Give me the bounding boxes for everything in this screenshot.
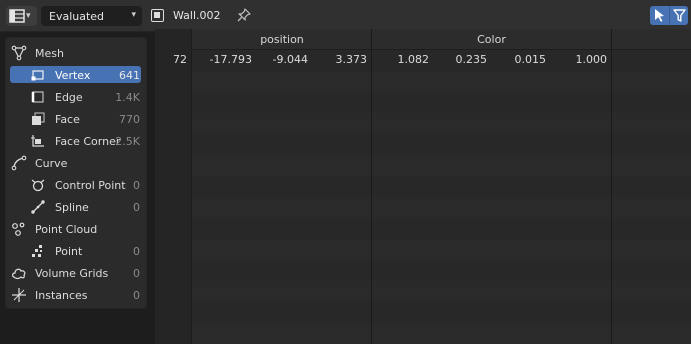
- column-header-color[interactable]: Color: [372, 29, 611, 50]
- domain-count: 0: [133, 178, 140, 192]
- column-header-position[interactable]: position: [192, 29, 372, 50]
- chevron-down-icon: ▾: [26, 11, 31, 21]
- domain-label: Spline: [55, 200, 89, 214]
- pin-icon[interactable]: [236, 7, 252, 23]
- domain-count: 0: [133, 200, 140, 214]
- point-cloud-icon: [12, 222, 25, 236]
- domain-label: Curve: [35, 156, 68, 170]
- index-column: [155, 29, 192, 344]
- face-icon: [32, 112, 45, 125]
- position-z-cell: 3.373: [335, 53, 368, 66]
- object-icon: [151, 9, 164, 22]
- filter-toggle[interactable]: [669, 6, 688, 25]
- domain-item-vertex[interactable]: Vertex 641: [6, 64, 148, 86]
- vertex-icon: [31, 70, 44, 81]
- domain-item-point[interactable]: Point 0: [6, 240, 148, 262]
- position-y-cell: -9.044: [272, 53, 308, 66]
- domain-count: 0: [133, 266, 140, 280]
- spreadsheet-editor-icon: [9, 9, 25, 23]
- row-stripe: [192, 281, 691, 302]
- control-point-icon: [31, 179, 45, 192]
- domain-label: Mesh: [35, 46, 64, 60]
- filter-funnel-icon: [673, 9, 686, 22]
- domain-item-point-cloud[interactable]: Point Cloud: [6, 218, 148, 240]
- position-x-cell: -17.793: [209, 53, 252, 66]
- domain-panel: Mesh Vertex 641 Edge 1.4K Face 770 Face …: [5, 37, 147, 309]
- row-stripe: [192, 113, 691, 134]
- domain-item-mesh[interactable]: Mesh: [6, 42, 148, 64]
- domain-item-edge[interactable]: Edge 1.4K: [6, 86, 148, 108]
- domain-label: Edge: [55, 90, 83, 104]
- point-icon: [32, 245, 42, 257]
- curve-icon: [11, 155, 27, 171]
- spreadsheet-table: position Color 72 -17.793 -9.044 3.373 1…: [155, 29, 691, 344]
- instances-icon: [12, 288, 26, 302]
- domain-item-face[interactable]: Face 770: [6, 108, 148, 130]
- spline-icon: [31, 200, 45, 214]
- selected-only-toggle[interactable]: [650, 6, 669, 25]
- color-g-cell: 0.235: [455, 53, 488, 66]
- row-stripe: [192, 323, 691, 344]
- volume-icon: [12, 268, 26, 280]
- column-divider: [611, 29, 612, 344]
- chevron-down-icon: ▾: [131, 10, 136, 20]
- domain-count: 641: [119, 68, 140, 82]
- evaluation-mode-value: Evaluated: [49, 9, 105, 23]
- color-b-cell: 0.015: [514, 53, 547, 66]
- object-name: Wall.002: [173, 9, 221, 22]
- column-header-empty: [611, 29, 691, 50]
- mesh-icon: [11, 45, 27, 61]
- domain-count: 0: [133, 244, 140, 258]
- color-a-cell: 1.000: [575, 53, 608, 66]
- domain-label: Instances: [35, 288, 88, 302]
- domain-item-control-point[interactable]: Control Point 0: [6, 174, 148, 196]
- face-corner-icon: [31, 135, 44, 147]
- row-index: 72: [173, 53, 187, 66]
- evaluation-mode-dropdown[interactable]: Evaluated ▾: [41, 6, 142, 26]
- domain-label: Face: [55, 112, 80, 126]
- domain-item-instances[interactable]: Instances 0: [6, 284, 148, 306]
- spreadsheet-header: ▾ Evaluated ▾ Wall.002: [0, 0, 691, 32]
- domain-count: 0: [133, 288, 140, 302]
- domain-item-curve[interactable]: Curve: [6, 152, 148, 174]
- cursor-arrow-icon: [655, 9, 664, 22]
- domain-count: 2.5K: [115, 134, 140, 148]
- edge-icon: [31, 91, 44, 103]
- domain-item-volume-grids[interactable]: Volume Grids 0: [6, 262, 148, 284]
- row-stripe: [192, 197, 691, 218]
- row-stripe: [192, 239, 691, 260]
- domain-label: Face Corner: [55, 134, 121, 148]
- color-r-cell: 1.082: [397, 53, 430, 66]
- domain-count: 1.4K: [115, 90, 140, 104]
- domain-count: 770: [119, 112, 140, 126]
- domain-item-face-corner[interactable]: Face Corner 2.5K: [6, 130, 148, 152]
- domain-label: Vertex: [55, 68, 91, 82]
- row-stripe: [192, 71, 691, 92]
- domain-label: Control Point: [55, 178, 126, 192]
- row-stripe: [192, 155, 691, 176]
- editor-type-button[interactable]: ▾: [6, 6, 37, 26]
- domain-label: Point Cloud: [35, 222, 98, 236]
- domain-item-spline[interactable]: Spline 0: [6, 196, 148, 218]
- domain-label: Volume Grids: [35, 266, 109, 280]
- column-divider: [371, 29, 372, 344]
- domain-label: Point: [55, 244, 83, 258]
